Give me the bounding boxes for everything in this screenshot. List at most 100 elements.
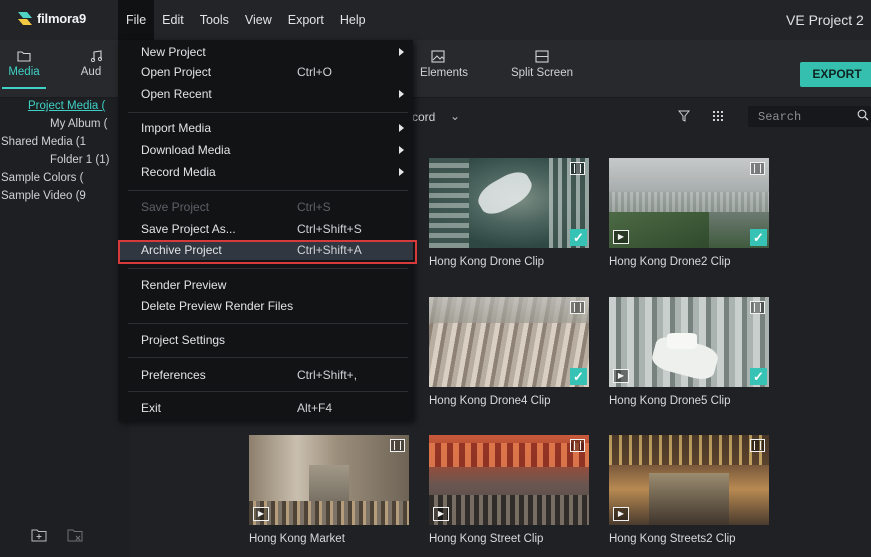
menu-separator: [128, 268, 408, 269]
menu-separator: [128, 391, 408, 392]
media-thumbnail[interactable]: ▶ ✓: [609, 297, 769, 387]
library-item-my-album[interactable]: My Album (: [50, 118, 108, 130]
submenu-arrow-icon: [399, 146, 404, 154]
menu-view[interactable]: View: [237, 0, 280, 40]
menu-item-open-recent[interactable]: Open Recent: [118, 84, 413, 104]
menu-separator: [128, 112, 408, 113]
menu-item-project-settings[interactable]: Project Settings: [118, 330, 413, 350]
menu-item-render-preview[interactable]: Render Preview: [118, 275, 413, 295]
tab-audio-label: Aud: [80, 66, 102, 78]
media-thumbnail[interactable]: ✓: [429, 158, 589, 248]
film-icon: [570, 301, 585, 314]
media-title: Hong Kong Drone5 Clip: [609, 395, 731, 407]
tab-split-screen[interactable]: Split Screen: [508, 50, 576, 79]
new-folder-icon[interactable]: [31, 528, 47, 542]
menu-item-delete-preview-render-files[interactable]: Delete Preview Render Files: [118, 296, 413, 316]
app-logo-text: filmora9: [37, 10, 86, 26]
play-clip-icon: ▶: [613, 230, 629, 244]
library-item-sample-video[interactable]: Sample Video (9: [1, 190, 86, 202]
media-title: Hong Kong Market: [249, 533, 345, 545]
media-item[interactable]: ▶ Hong Kong Market: [249, 435, 409, 545]
tab-audio[interactable]: Aud: [76, 50, 106, 78]
library-item-sample-colors[interactable]: Sample Colors (: [1, 172, 83, 184]
check-icon: ✓: [750, 368, 767, 385]
media-thumbnail[interactable]: ✓: [429, 297, 589, 387]
menu-item-import-media[interactable]: Import Media: [118, 118, 413, 138]
menu-item-new-project[interactable]: New Project: [118, 42, 413, 62]
title-bar: filmora9 File Edit Tools View Export Hel…: [0, 0, 871, 40]
media-title: Hong Kong Drone2 Clip: [609, 256, 731, 268]
film-icon: [570, 162, 585, 175]
media-title: Hong Kong Drone4 Clip: [429, 395, 551, 407]
filmora-logo-icon: [18, 12, 32, 25]
tab-split-screen-label: Split Screen: [510, 67, 573, 79]
menu-item-save-project-as[interactable]: Save Project As... Ctrl+Shift+S: [118, 219, 413, 239]
media-item[interactable]: ▶ Hong Kong Street Clip: [429, 435, 589, 545]
library-panel: Project Media ( My Album ( Shared Media …: [0, 98, 130, 557]
check-icon: ✓: [750, 229, 767, 246]
menu-separator: [128, 323, 408, 324]
media-item[interactable]: ▶ Hong Kong Streets2 Clip: [609, 435, 769, 545]
tab-media-label: Media: [8, 66, 40, 78]
image-icon: [431, 50, 445, 63]
film-icon: [750, 301, 765, 314]
export-button[interactable]: EXPORT: [800, 62, 871, 87]
menu-edit[interactable]: Edit: [154, 0, 192, 40]
app-logo: filmora9: [18, 10, 86, 26]
menu-item-record-media[interactable]: Record Media: [118, 162, 413, 182]
film-icon: [390, 439, 405, 452]
library-item-project-media[interactable]: Project Media (: [28, 100, 105, 112]
media-thumbnail[interactable]: ▶ ✓: [609, 158, 769, 248]
menu-separator: [128, 190, 408, 191]
menu-item-save-project: Save Project Ctrl+S: [141, 200, 331, 214]
split-screen-icon: [535, 50, 549, 63]
submenu-arrow-icon: [399, 168, 404, 176]
check-icon: ✓: [570, 368, 587, 385]
menu-item-preferences[interactable]: Preferences Ctrl+Shift+,: [118, 365, 413, 385]
tab-media[interactable]: Media: [2, 50, 46, 89]
film-icon: [570, 439, 585, 452]
submenu-arrow-icon: [399, 90, 404, 98]
search-icon[interactable]: [857, 109, 869, 121]
menu-item-exit[interactable]: Exit Alt+F4: [118, 398, 413, 418]
menu-help[interactable]: Help: [332, 0, 374, 40]
menu-item-archive-project[interactable]: Archive Project Ctrl+Shift+A: [118, 240, 417, 264]
play-clip-icon: ▶: [433, 507, 449, 521]
media-title: Hong Kong Drone Clip: [429, 256, 545, 268]
media-thumbnail[interactable]: ▶: [249, 435, 409, 525]
folder-icon: [17, 51, 31, 62]
media-title: Hong Kong Street Clip: [429, 533, 544, 545]
filter-dropdown-label[interactable]: cord: [412, 110, 435, 124]
film-icon: [750, 162, 765, 175]
filter-icon[interactable]: [678, 110, 690, 122]
library-item-shared-media[interactable]: Shared Media (1: [1, 136, 86, 148]
menu-tools[interactable]: Tools: [192, 0, 237, 40]
chevron-down-icon[interactable]: ⌄: [450, 109, 460, 123]
play-clip-icon: ▶: [613, 507, 629, 521]
media-item[interactable]: ▶ ✓ Hong Kong Drone5 Clip: [609, 297, 769, 407]
check-icon: ✓: [570, 229, 587, 246]
library-item-folder-1[interactable]: Folder 1 (1): [50, 154, 109, 166]
film-icon: [750, 439, 765, 452]
grid-view-icon[interactable]: [712, 110, 724, 122]
menu-separator: [128, 357, 408, 358]
menu-bar: File Edit Tools View Export Help: [118, 0, 374, 40]
media-item[interactable]: ✓ Hong Kong Drone Clip: [429, 158, 589, 268]
music-note-icon: [90, 50, 102, 62]
media-item[interactable]: ✓ Hong Kong Drone4 Clip: [429, 297, 589, 407]
tab-elements[interactable]: Elements: [417, 50, 471, 79]
media-item[interactable]: ▶ ✓ Hong Kong Drone2 Clip: [609, 158, 769, 268]
menu-export[interactable]: Export: [280, 0, 332, 40]
delete-folder-icon[interactable]: [67, 528, 83, 542]
media-thumbnail[interactable]: ▶: [609, 435, 769, 525]
submenu-arrow-icon: [399, 48, 404, 56]
media-thumbnail[interactable]: ▶: [429, 435, 589, 525]
project-title: VE Project 2: [786, 12, 864, 28]
menu-item-open-project[interactable]: Open Project Ctrl+O: [118, 62, 413, 82]
tab-elements-label: Elements: [420, 67, 468, 79]
media-title: Hong Kong Streets2 Clip: [609, 533, 736, 545]
menu-file[interactable]: File: [118, 0, 155, 40]
menu-item-download-media[interactable]: Download Media: [118, 140, 413, 160]
play-clip-icon: ▶: [613, 369, 629, 383]
search-input[interactable]: [748, 106, 871, 127]
